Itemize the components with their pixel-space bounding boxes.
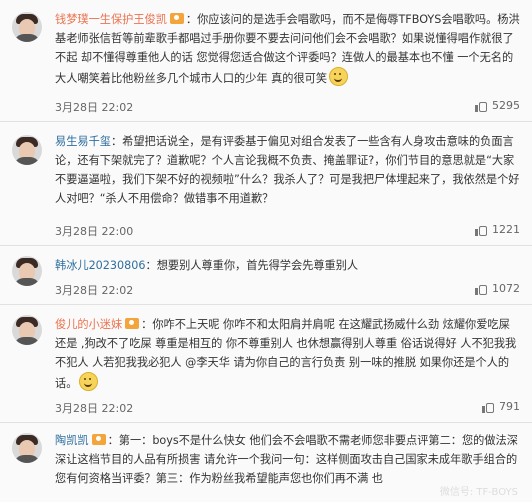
comment-content: 陶凯凯 ：第一：boys不是什么快女 他们会不会唱歌不需老师您非要点评第二：您的做… <box>55 431 520 488</box>
comment-text: ：希望把话说全，是有评委基于偏见对组合发表了一些含有人身攻击意味的负面言论，还有… <box>55 135 520 205</box>
avatar-shirt <box>14 455 40 463</box>
vip-badge-icon <box>125 318 140 329</box>
like-button[interactable]: 1072 <box>475 282 520 295</box>
comment-meta: 3月28日 22:02 5295 <box>55 99 520 114</box>
thumbs-up-icon <box>482 400 495 413</box>
username-link[interactable]: 韩冰儿20230806 <box>55 259 146 272</box>
avatar[interactable] <box>12 256 42 286</box>
comment-feed: 钱梦璞一生保护王俊凯 ：你应该问的是选手会唱歌吗，而不是侮辱TFBOYS会唱歌吗。… <box>0 0 532 502</box>
like-count: 5295 <box>492 99 520 112</box>
smile-emoji-icon <box>79 372 99 391</box>
thumbs-up-icon <box>475 99 488 112</box>
avatar-shirt <box>14 34 40 42</box>
comment-time: 3月28日 22:02 <box>55 284 134 297</box>
comment-meta: 3月28日 22:02 791 <box>55 400 520 415</box>
username-link[interactable]: 俊儿的小迷妹 <box>55 318 122 331</box>
comment-text: ：第一：boys不是什么快女 他们会不会唱歌不需老师您非要点评第二：您的做法深深… <box>55 434 518 485</box>
comment-time: 3月28日 22:00 <box>55 225 134 238</box>
like-count: 791 <box>499 400 520 413</box>
smile-emoji-icon <box>329 67 349 86</box>
comment-item: 陶凯凯 ：第一：boys不是什么快女 他们会不会唱歌不需老师您非要点评第二：您的做… <box>0 423 532 502</box>
comment-text: ：想要别人尊重你，首先得学会先尊重别人 <box>145 259 359 272</box>
thumbs-up-icon <box>475 282 488 295</box>
comment-text: ：你咋不上天呢 你咋不和太阳肩并肩呢 在这耀武扬威什么劲 炫耀你爱吃屎还是 ,狗… <box>55 318 517 390</box>
vip-badge-icon <box>91 434 106 445</box>
avatar[interactable] <box>12 12 42 42</box>
comment-item: 钱梦璞一生保护王俊凯 ：你应该问的是选手会唱歌吗，而不是侮辱TFBOYS会唱歌吗。… <box>0 0 532 122</box>
username-link[interactable]: 易生易千玺 <box>55 135 111 148</box>
comment-time: 3月28日 22:02 <box>55 402 134 415</box>
like-button[interactable]: 5295 <box>475 99 520 112</box>
comment-content: 易生易千玺：希望把话说全，是有评委基于偏见对组合发表了一些含有人身攻击意味的负面… <box>55 132 520 208</box>
avatar[interactable] <box>12 433 42 463</box>
comment-content: 钱梦璞一生保护王俊凯 ：你应该问的是选手会唱歌吗，而不是侮辱TFBOYS会唱歌吗。… <box>55 10 520 88</box>
comment-content: 俊儿的小迷妹 ：你咋不上天呢 你咋不和太阳肩并肩呢 在这耀武扬威什么劲 炫耀你爱吃… <box>55 315 520 393</box>
thumbs-up-icon <box>475 223 488 236</box>
comment-content: 韩冰儿20230806：想要别人尊重你，首先得学会先尊重别人 <box>55 256 520 275</box>
like-count: 1072 <box>492 282 520 295</box>
avatar-shirt <box>14 278 40 286</box>
comment-item: 俊儿的小迷妹 ：你咋不上天呢 你咋不和太阳肩并肩呢 在这耀武扬威什么劲 炫耀你爱吃… <box>0 305 532 423</box>
watermark: 微信号: TF-BOYS <box>439 487 518 498</box>
like-count: 1221 <box>492 223 520 236</box>
comment-item: 易生易千玺：希望把话说全，是有评委基于偏见对组合发表了一些含有人身攻击意味的负面… <box>0 122 532 246</box>
comment-meta: 3月28日 22:02 1072 <box>55 282 520 297</box>
vip-badge-icon <box>169 13 184 24</box>
avatar[interactable] <box>12 315 42 345</box>
username-link[interactable]: 陶凯凯 <box>55 434 89 447</box>
avatar[interactable] <box>12 135 42 165</box>
username-link[interactable]: 钱梦璞一生保护王俊凯 <box>55 13 167 26</box>
like-button[interactable]: 1221 <box>475 223 520 236</box>
comment-meta: 3月28日 22:00 1221 <box>55 223 520 238</box>
avatar-shirt <box>14 337 40 345</box>
comment-item: 韩冰儿20230806：想要别人尊重你，首先得学会先尊重别人 3月28日 22:… <box>0 246 532 305</box>
comment-time: 3月28日 22:02 <box>55 101 134 114</box>
like-button[interactable]: 791 <box>482 400 520 413</box>
avatar-shirt <box>14 157 40 165</box>
